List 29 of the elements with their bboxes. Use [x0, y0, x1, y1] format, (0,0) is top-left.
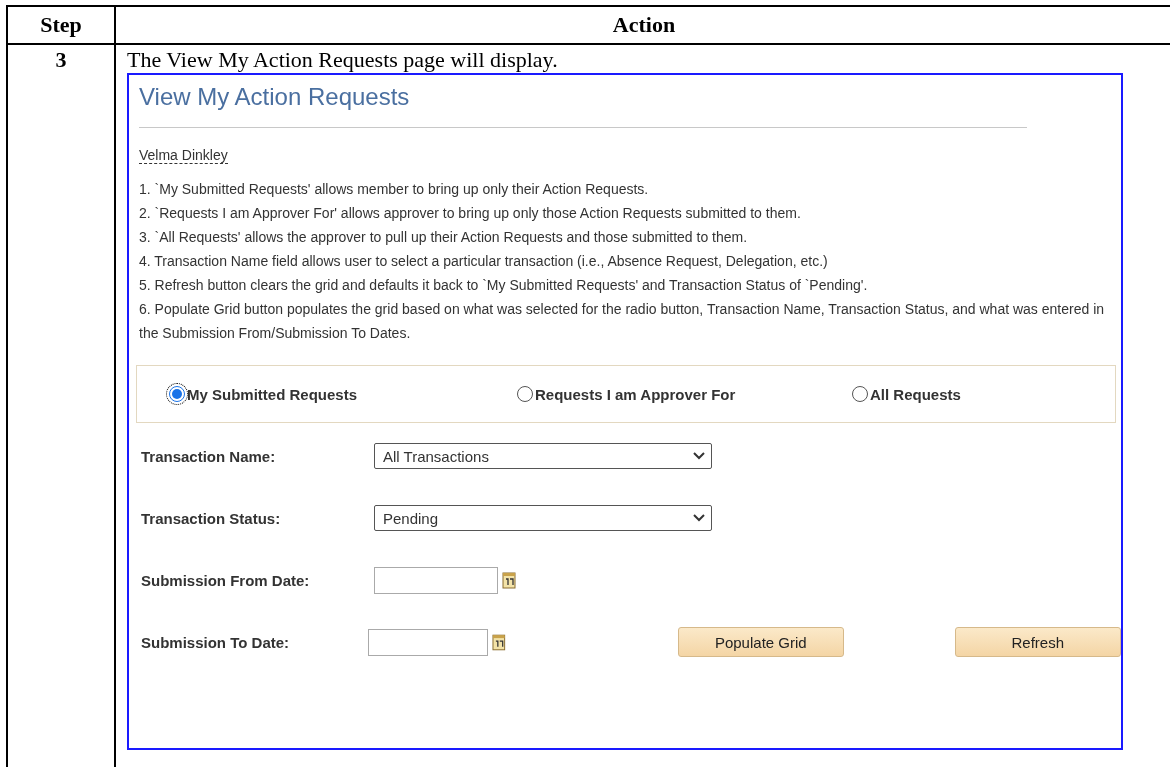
chevron-down-icon: [693, 452, 705, 460]
step-number: 3: [54, 46, 68, 73]
instruction-note: 3. `All Requests' allows the approver to pull up their Action Requests and those submitted to them.: [139, 228, 749, 247]
dropdown[interactable]: All Transactions: [374, 443, 712, 469]
instruction-note: 4. Transaction Name field allows user to select a particular transaction (i.e., Absence Request, Delegation, etc.): [139, 252, 829, 271]
date-field[interactable]: [374, 566, 498, 594]
calendar-icon[interactable]: [502, 571, 517, 589]
instruction-note: 5. Refresh button clears the grid and defaults it back to `My Submitted Requests' and Transaction Status of `Pending'.: [139, 276, 869, 295]
dropdown[interactable]: Pending: [374, 505, 712, 531]
field-label: Submission To Date:: [140, 633, 291, 651]
radio-option[interactable]: My Submitted Requests: [169, 385, 517, 403]
instruction-note: 1. `My Submitted Requests' allows member to bring up only their Action Requests.: [139, 180, 650, 199]
column-header: Step: [8, 7, 116, 43]
instruction-note: 2. `Requests I am Approver For' allows approver to bring up only those Action Requests submitted to them.: [139, 204, 802, 223]
radio-option[interactable]: All Requests: [852, 385, 1115, 403]
page-title: View My Action Requests: [139, 82, 411, 112]
column-header: Action: [611, 11, 677, 39]
radio-option[interactable]: Requests I am Approver For: [517, 385, 852, 403]
field-label: Transaction Status:: [140, 509, 282, 527]
populate-grid-button[interactable]: Populate Grid: [678, 627, 844, 657]
calendar-icon[interactable]: [492, 633, 508, 651]
date-field[interactable]: [367, 628, 489, 656]
field-label: Submission From Date:: [140, 571, 311, 589]
chevron-down-icon: [693, 514, 705, 522]
instruction-text: The View My Action Requests page will display.: [127, 47, 559, 73]
refresh-button[interactable]: Refresh: [954, 627, 1121, 657]
field-label: Transaction Name:: [140, 447, 277, 465]
user-name: Velma Dinkley: [139, 147, 228, 164]
instruction-note: 6. Populate Grid button populates the grid based on what was selected for the radio button, Transaction Name, Transaction Status, and what was entered in the Submission From/Submission To Dates.: [139, 300, 1106, 343]
